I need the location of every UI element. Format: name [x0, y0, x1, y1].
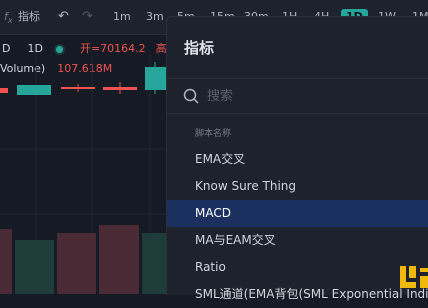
volume-bar — [99, 225, 139, 294]
candle — [17, 85, 51, 95]
interval-1m[interactable]: 1m — [113, 9, 131, 25]
volume-bar — [15, 240, 54, 294]
exchange-logo-icon — [400, 266, 428, 288]
dialog-title: 指标 — [184, 39, 215, 57]
redo-icon[interactable]: ↷ — [82, 9, 93, 25]
candle — [61, 87, 95, 89]
function-icon[interactable]: fx — [4, 9, 13, 29]
list-item-ema-cross[interactable]: EMA交叉 — [167, 146, 428, 173]
list-item-ratio[interactable]: Ratio — [167, 254, 428, 281]
search-bar — [167, 78, 428, 114]
list-item-ma-eam-cross[interactable]: MA与EAM交叉 — [167, 227, 428, 254]
list-item-know-sure-thing[interactable]: Know Sure Thing — [167, 173, 428, 200]
undo-icon[interactable]: ↶ — [58, 9, 69, 25]
list-item-sml-channel[interactable]: SML通道(EMA背包(SML Exponential Indicator (S… — [167, 281, 428, 308]
volume-bar — [142, 233, 166, 294]
candle — [103, 87, 137, 90]
chart-area[interactable] — [0, 34, 166, 294]
indicators-dialog: 指标 脚本名称 EMA交叉 Know Sure Thing MACD MA与EA… — [166, 16, 428, 301]
script-name-header: 脚本名称 — [195, 129, 232, 139]
interval-3m[interactable]: 3m — [146, 9, 164, 25]
search-input[interactable] — [205, 86, 409, 106]
volume-bar — [0, 229, 12, 294]
list-item-macd[interactable]: MACD — [167, 200, 428, 227]
candle — [145, 67, 166, 90]
chart-canvas — [0, 54, 166, 294]
indicators-button[interactable]: 指标 — [18, 9, 40, 25]
candle — [0, 88, 8, 93]
search-icon — [183, 88, 199, 104]
volume-bar — [57, 233, 96, 294]
